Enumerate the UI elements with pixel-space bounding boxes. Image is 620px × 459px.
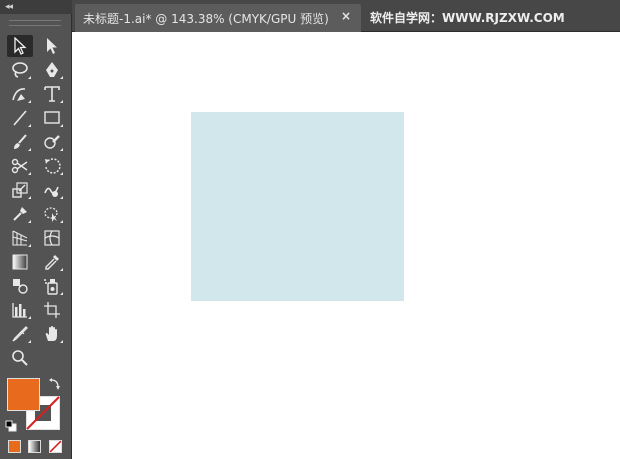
lasso-tool-icon[interactable] <box>7 59 33 81</box>
blend-tool-icon[interactable] <box>7 275 33 297</box>
shaper-tool-icon[interactable] <box>39 131 65 153</box>
scale-tool-icon[interactable] <box>7 179 33 201</box>
zoom-tool-icon[interactable] <box>7 347 33 369</box>
slice-tool-icon[interactable] <box>7 323 33 345</box>
selection-tool-icon[interactable] <box>7 35 33 57</box>
default-fill-stroke-icon[interactable] <box>5 417 17 436</box>
document-tab[interactable]: 未标题-1.ai* @ 143.38% (CMYK/GPU 预览) × <box>75 4 361 32</box>
artboard-canvas[interactable] <box>73 32 620 459</box>
tools-panel: ◂◂ <box>0 0 72 459</box>
pen-tool-icon[interactable] <box>39 59 65 81</box>
symbol-sprayer-tool-icon[interactable] <box>39 275 65 297</box>
stroke-swatch[interactable] <box>26 396 60 430</box>
mesh-tool-icon[interactable] <box>39 227 65 249</box>
gradient-mode-button[interactable] <box>28 440 41 453</box>
collapse-panel-icon[interactable]: ◂◂ <box>5 0 13 14</box>
document-tab-title: 未标题-1.ai* @ 143.38% (CMYK/GPU 预览) <box>83 12 329 26</box>
hand-tool-icon[interactable] <box>39 323 65 345</box>
scissors-tool-icon[interactable] <box>7 155 33 177</box>
tools-panel-header[interactable]: ◂◂ <box>0 0 72 14</box>
column-graph-tool-icon[interactable] <box>7 299 33 321</box>
direct-selection-tool-icon[interactable] <box>39 35 65 57</box>
line-segment-tool-icon[interactable] <box>7 107 33 129</box>
puppet-warp-tool-icon[interactable] <box>7 203 33 225</box>
panel-grip[interactable] <box>9 20 61 26</box>
watermark-text: 软件自学网：WWW.RJZXW.COM <box>370 11 565 25</box>
rectangle-tool-icon[interactable] <box>39 107 65 129</box>
color-mode-button[interactable] <box>8 440 21 453</box>
perspective-grid-tool-icon[interactable] <box>7 227 33 249</box>
curvature-tool-icon[interactable] <box>7 83 33 105</box>
type-tool-icon[interactable] <box>39 83 65 105</box>
document-tab-bar: 未标题-1.ai* @ 143.38% (CMYK/GPU 预览) × 软件自学… <box>72 0 620 32</box>
artboard-tool-icon[interactable] <box>39 299 65 321</box>
warp-tool-icon[interactable] <box>39 179 65 201</box>
paintbrush-tool-icon[interactable] <box>7 131 33 153</box>
none-mode-button[interactable] <box>49 440 62 453</box>
eyedropper-tool-icon[interactable] <box>39 251 65 273</box>
rectangle-shape[interactable] <box>191 112 404 301</box>
swap-fill-stroke-icon[interactable] <box>48 376 62 395</box>
close-tab-icon[interactable]: × <box>341 9 351 23</box>
rotate-tool-icon[interactable] <box>39 155 65 177</box>
gradient-tool-icon[interactable] <box>7 251 33 273</box>
free-transform-tool-icon[interactable] <box>39 203 65 225</box>
